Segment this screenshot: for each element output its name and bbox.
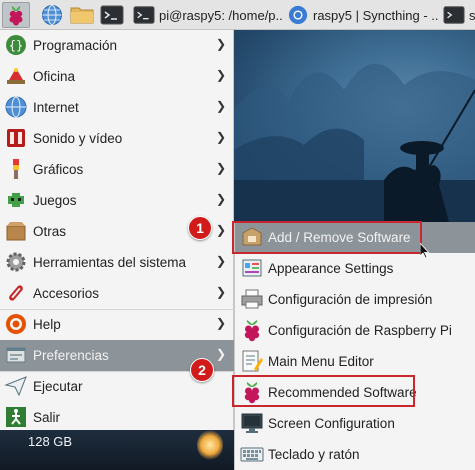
raspberry-icon [244, 320, 260, 342]
chevron-right-icon: ❯ [215, 130, 226, 144]
submenu-item-configuracion-de-raspberry-pi[interactable]: Configuración de Raspberry Pi [235, 315, 475, 346]
folder-icon [70, 7, 94, 24]
submenu-item-screen-configuration[interactable]: Screen Configuration [235, 408, 475, 439]
step-badge-1: 1 [188, 216, 212, 240]
chevron-right-icon: ❯ [215, 347, 226, 361]
menu-item-juegos[interactable]: Juegos ❯ [0, 185, 234, 216]
preferences-submenu: Add / Remove Software Appearance Setting… [234, 222, 475, 470]
submenu-item-label: Screen Configuration [268, 416, 395, 431]
menu-item-label: Herramientas del sistema [33, 255, 187, 270]
menu-button[interactable] [2, 2, 30, 28]
logout-icon [6, 407, 26, 427]
menu-item-label: Salir [33, 410, 61, 425]
games-icon [8, 193, 24, 207]
menu-item-accesorios[interactable]: Accesorios ❯ [0, 278, 234, 309]
desktop-wallpaper [234, 30, 475, 222]
menu-item-label: Gráficos [33, 162, 84, 177]
chromium-icon [288, 5, 308, 25]
submenu-item-label: Configuración de Raspberry Pi [268, 323, 452, 338]
graphics-icon [13, 159, 19, 179]
lamp-glow [197, 430, 223, 460]
terminal-icon [443, 6, 465, 24]
taskbar-task-label: s [469, 7, 475, 23]
menu-item-oficina[interactable]: Oficina ❯ [0, 61, 234, 92]
chevron-right-icon: ❯ [215, 192, 226, 206]
menu-item-label: Preferencias [33, 348, 109, 363]
taskbar-task-terminal-2[interactable]: s [443, 2, 475, 28]
chevron-right-icon: ❯ [215, 68, 226, 82]
menu-item-label: Help [33, 317, 61, 332]
menu-item-herramientas-del-sistema[interactable]: Herramientas del sistema ❯ [0, 247, 234, 278]
monitor-icon [241, 413, 263, 433]
menu-item-help[interactable]: Help ❯ [0, 309, 234, 340]
office-icon [7, 68, 25, 84]
submenu-item-configuracion-de-impresion[interactable]: Configuración de impresión [235, 284, 475, 315]
multimedia-icon [7, 129, 25, 147]
box-icon [6, 222, 26, 241]
globe-icon [5, 96, 27, 118]
svg-text:{}: {} [9, 39, 23, 53]
menu-item-label: Programación [33, 38, 118, 53]
appearance-icon [242, 259, 262, 277]
chevron-right-icon: ❯ [215, 37, 226, 51]
terminal-icon [133, 6, 155, 24]
submenu-item-label: Teclado y ratón [268, 447, 360, 462]
help-icon [6, 314, 26, 334]
taskbar-task-browser[interactable]: raspy5 | Syncthing - .. [287, 2, 439, 28]
globe-icon [42, 5, 62, 25]
menu-item-label: Otras [33, 224, 67, 239]
menu-item-graficos[interactable]: Gráficos ❯ [0, 154, 234, 185]
submenu-item-label: Main Menu Editor [268, 354, 374, 369]
taskbar-task-terminal[interactable]: pi@raspy5: /home/p.. [133, 2, 283, 28]
chevron-right-icon: ❯ [215, 316, 226, 330]
mouse-pointer-icon [420, 243, 430, 259]
chevron-right-icon: ❯ [215, 285, 226, 299]
step-badge-2: 2 [190, 358, 214, 382]
keyboard-icon [240, 447, 264, 462]
menu-editor-icon [242, 350, 263, 372]
browser-launcher[interactable] [38, 2, 66, 28]
menu-item-sonido-y-video[interactable]: Sonido y vídeo ❯ [0, 123, 234, 154]
raspberry-icon [9, 6, 23, 26]
submenu-item-main-menu-editor[interactable]: Main Menu Editor [235, 346, 475, 377]
chevron-right-icon: ❯ [215, 254, 226, 268]
menu-item-label: Oficina [33, 69, 76, 84]
printer-icon [241, 289, 263, 309]
submenu-item-appearance-settings[interactable]: Appearance Settings [235, 253, 475, 284]
run-icon [4, 376, 27, 397]
menu-item-internet[interactable]: Internet ❯ [0, 92, 234, 123]
menu-item-label: Ejecutar [33, 379, 83, 394]
chevron-right-icon: ❯ [215, 161, 226, 175]
submenu-item-teclado-y-raton[interactable]: Teclado y ratón [235, 439, 475, 470]
chevron-right-icon: ❯ [215, 99, 226, 113]
taskbar: pi@raspy5: /home/p.. raspy5 | Syncthing … [0, 0, 475, 30]
menu-item-salir[interactable]: Salir [0, 402, 234, 433]
accessories-icon [9, 285, 23, 301]
file-manager-launcher[interactable] [68, 2, 96, 28]
menu-item-label: Internet [33, 100, 79, 115]
programming-icon: {} [6, 35, 26, 55]
wallpaper-image [234, 63, 475, 222]
menu-item-programacion[interactable]: {} Programación ❯ [0, 30, 234, 61]
submenu-item-label: Configuración de impresión [268, 292, 433, 307]
menu-item-label: Sonido y vídeo [33, 131, 123, 146]
preferences-icon [6, 347, 26, 363]
highlight-add-remove-software [232, 221, 422, 254]
terminal-launcher[interactable] [98, 2, 126, 28]
taskbar-task-label: pi@raspy5: /home/p.. [159, 7, 283, 23]
taskbar-task-label: raspy5 | Syncthing - .. [313, 7, 439, 23]
terminal-icon [100, 5, 124, 25]
highlight-recommended-software [232, 375, 415, 407]
submenu-item-label: Appearance Settings [268, 261, 394, 276]
menu-item-label: Accesorios [33, 286, 100, 301]
drive-label[interactable]: 128 GB [28, 434, 72, 449]
system-tools-icon [6, 252, 26, 272]
menu-item-label: Juegos [33, 193, 77, 208]
chevron-right-icon: ❯ [215, 223, 226, 237]
